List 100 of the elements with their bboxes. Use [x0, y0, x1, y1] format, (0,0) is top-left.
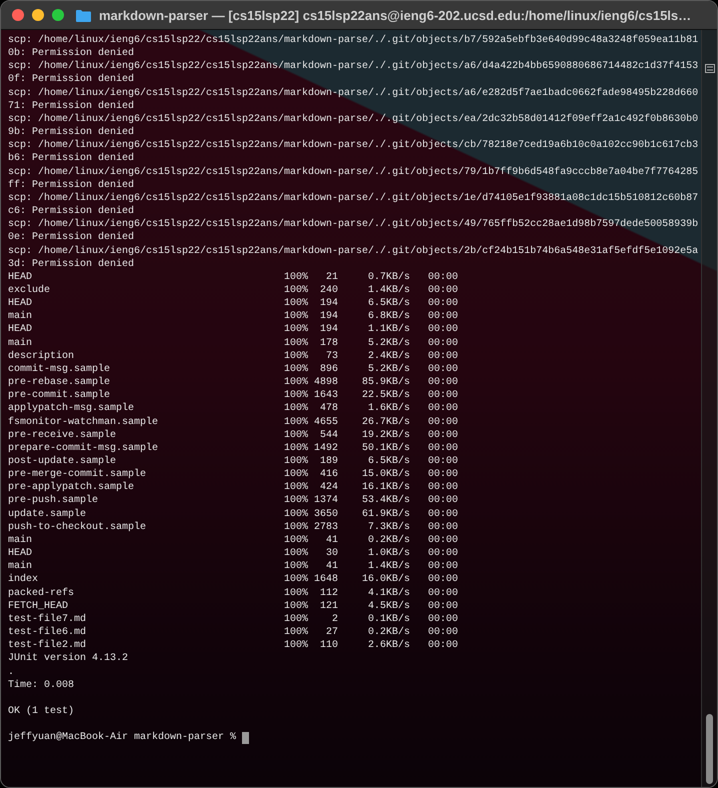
file-name: FETCH_HEAD: [8, 600, 70, 613]
transfer-percent: 100%: [284, 416, 308, 429]
file-size: 194: [319, 310, 338, 324]
transfer-percent: 100%: [284, 573, 308, 587]
transfer-time: 00:00: [428, 612, 458, 626]
file-size: 3650: [313, 508, 338, 521]
maximize-button[interactable]: [52, 9, 64, 21]
file-name: pre-rebase.sample: [8, 376, 112, 390]
transfer-rate: 26.7KB/s: [361, 416, 410, 429]
transfer-percent: 100%: [284, 442, 308, 455]
transfer-percent: 100%: [284, 600, 308, 613]
file-name: main: [8, 560, 34, 574]
file-name: main: [8, 534, 34, 548]
file-size: 194: [319, 297, 338, 310]
transfer-rate: 1.4KB/s: [367, 284, 410, 298]
transfer-percent: 100%: [284, 310, 308, 324]
text-cursor: [242, 732, 250, 744]
close-button[interactable]: [12, 9, 24, 21]
file-size: 73: [325, 350, 338, 363]
transfer-percent: 100%: [284, 508, 308, 521]
transfer-percent: 100%: [284, 560, 308, 574]
file-size: 416: [319, 468, 338, 482]
transfer-percent: 100%: [284, 402, 308, 416]
folder-icon: [76, 8, 91, 22]
transfer-rate: 2.4KB/s: [367, 350, 410, 363]
transfer-time: 00:00: [428, 626, 458, 640]
transfer-time: 00:00: [428, 600, 458, 613]
transfer-rate: 61.9KB/s: [361, 508, 410, 521]
file-size: 4655: [313, 416, 338, 429]
file-size: 21: [325, 270, 338, 284]
transfer-percent: 100%: [284, 520, 308, 534]
transfer-percent: 100%: [284, 534, 308, 548]
transfer-rate: 85.9KB/s: [361, 376, 410, 390]
scrollbar[interactable]: [701, 30, 717, 787]
transfer-time: 00:00: [428, 428, 458, 442]
transfer-rate: 1.4KB/s: [367, 560, 410, 574]
transfer-time: 00:00: [428, 534, 458, 548]
transfer-time: 00:00: [428, 573, 458, 587]
file-size: 30: [325, 547, 338, 560]
file-size: 1374: [313, 494, 338, 508]
transfer-time: 00:00: [428, 416, 458, 429]
transfer-percent: 100%: [284, 362, 308, 376]
file-name: test-file2.md: [8, 639, 88, 652]
transfer-time: 00:00: [428, 389, 458, 402]
file-name: description: [8, 350, 76, 363]
file-name: pre-merge-commit.sample: [8, 468, 148, 482]
file-name: post-update.sample: [8, 455, 118, 468]
transfer-percent: 100%: [284, 494, 308, 508]
file-size: 896: [319, 362, 338, 376]
transfer-time: 00:00: [428, 323, 458, 337]
transfer-rate: 16.1KB/s: [361, 481, 410, 494]
transfer-percent: 100%: [284, 297, 308, 310]
file-size: 424: [319, 481, 338, 494]
file-size: 194: [319, 323, 338, 337]
transfer-percent: 100%: [284, 481, 308, 494]
transfer-percent: 100%: [284, 586, 308, 600]
error-line: scp: /home/linux/ieng6/cs15lsp22/cs15lsp22ans/markdown-parse/./.git/objects/2b/cf24b151b74b6a548e31af5efdf5e1092e5a3d: Permission denied: [8, 244, 698, 271]
file-name: pre-applypatch.sample: [8, 481, 136, 494]
transfer-time: 00:00: [428, 586, 458, 600]
file-size: 2783: [313, 520, 338, 534]
split-pane-icon[interactable]: [704, 64, 714, 73]
file-name: pre-receive.sample: [8, 428, 118, 442]
file-name: HEAD: [8, 297, 34, 310]
transfer-time: 00:00: [428, 547, 458, 560]
file-name: HEAD: [8, 270, 34, 284]
transfer-percent: 100%: [284, 639, 308, 652]
file-size: 544: [319, 428, 338, 442]
scrollbar-thumb[interactable]: [706, 714, 713, 784]
transfer-time: 00:00: [428, 494, 458, 508]
transfer-time: 00:00: [428, 481, 458, 494]
transfer-rate: 6.5KB/s: [367, 455, 410, 468]
transfer-rate: 5.2KB/s: [367, 336, 410, 350]
transfer-rate: 7.3KB/s: [367, 520, 410, 534]
file-name: index: [8, 573, 40, 587]
transfer-rate: 0.1KB/s: [367, 612, 410, 626]
transfer-time: 00:00: [428, 560, 458, 574]
transfer-time: 00:00: [428, 376, 458, 390]
file-name: commit-msg.sample: [8, 362, 112, 376]
transfer-rate: 19.2KB/s: [361, 428, 410, 442]
transfer-rate: 1.6KB/s: [367, 402, 410, 416]
file-size: 1648: [313, 573, 338, 587]
transfer-rate: 53.4KB/s: [361, 494, 410, 508]
transfer-time: 00:00: [428, 284, 458, 298]
transfer-rate: 4.1KB/s: [367, 586, 410, 600]
file-name: test-file7.md: [8, 612, 88, 626]
transfer-percent: 100%: [284, 428, 308, 442]
file-name: main: [8, 336, 34, 350]
file-size: 112: [319, 586, 338, 600]
transfer-rate: 2.6KB/s: [367, 639, 410, 652]
output-line: Time: 0.008: [8, 678, 76, 692]
transfer-rate: 50.1KB/s: [361, 442, 410, 455]
file-size: 1492: [313, 442, 338, 455]
transfer-percent: 100%: [284, 336, 308, 350]
minimize-button[interactable]: [32, 9, 44, 21]
file-name: update.sample: [8, 508, 88, 521]
transfer-rate: 1.1KB/s: [367, 323, 410, 337]
file-size: 121: [319, 600, 338, 613]
transfer-time: 00:00: [428, 310, 458, 324]
transfer-percent: 100%: [284, 547, 308, 560]
transfer-percent: 100%: [284, 284, 308, 298]
